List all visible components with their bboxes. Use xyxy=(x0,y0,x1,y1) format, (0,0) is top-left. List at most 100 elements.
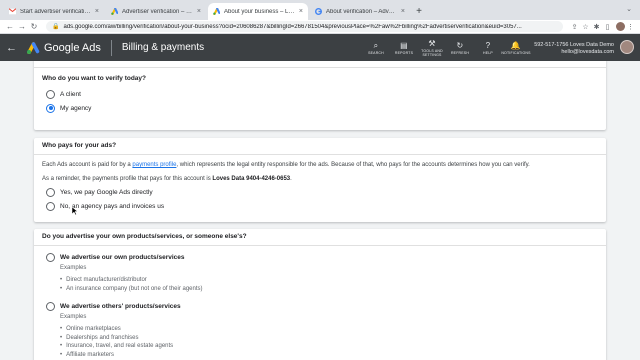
reports-icon: ▤ xyxy=(400,40,408,50)
mouse-cursor-icon xyxy=(72,207,78,215)
browser-profile-avatar[interactable] xyxy=(616,22,625,31)
option-label: We advertise our own products/services xyxy=(60,253,185,261)
payments-profile-link[interactable]: payments profile xyxy=(132,162,176,168)
account-info[interactable]: 592-517-1756 Loves Data Demo hello@loves… xyxy=(534,42,614,56)
more-vert-icon[interactable]: ⋮ xyxy=(625,23,636,31)
who-pays-card: Who pays for your ads? Each Ads account … xyxy=(34,138,606,222)
option-my-agency[interactable]: My agency xyxy=(34,101,606,115)
radio-button[interactable] xyxy=(46,252,55,262)
tab-title: About your business – Loves D xyxy=(224,8,296,15)
browser-tab-strip: Start advertiser verification by × Adver… xyxy=(0,0,640,20)
option-others-products[interactable]: We advertise others' products/services xyxy=(34,299,606,313)
option-label: We advertise others' products/services xyxy=(60,302,181,310)
account-email: hello@lovesdata.com xyxy=(561,49,614,55)
option-label: A client xyxy=(60,90,81,98)
examples-label: Examples xyxy=(60,265,87,271)
card-heading: Do you advertise your own products/servi… xyxy=(42,233,247,240)
reload-icon[interactable]: ↻ xyxy=(28,22,40,31)
browser-tab-1[interactable]: Advertiser verification – 426-9 × xyxy=(106,3,206,20)
bell-icon: 🔔 xyxy=(510,40,522,50)
url-text: ads.google.com/aw/billing/verification/a… xyxy=(63,23,522,30)
card-heading: Who do you want to verify today? xyxy=(42,75,146,82)
browser-toolbar: ← → ↻ 🔒 ads.google.com/aw/billing/verifi… xyxy=(0,20,640,34)
option-label: My agency xyxy=(60,104,92,112)
divider xyxy=(34,154,606,155)
browser-tab-2[interactable]: About your business – Loves D × xyxy=(208,3,308,20)
extensions-icon[interactable]: ✱ xyxy=(591,23,602,31)
list-item: Affiliate marketers xyxy=(60,351,606,360)
close-icon[interactable]: × xyxy=(299,8,303,15)
google-icon xyxy=(315,8,322,15)
product-name: Google Ads xyxy=(44,41,101,54)
search-icon: ⌕ xyxy=(373,40,379,50)
help-icon: ? xyxy=(485,40,491,50)
examples-list: Online marketplaces Dealerships and fran… xyxy=(34,325,606,359)
close-icon[interactable]: × xyxy=(401,8,405,15)
header-actions: ⌕ SEARCH ▤ REPORTS ⚒ TOOLS AND SETTINGS … xyxy=(362,34,530,61)
action-label: TOOLS AND SETTINGS xyxy=(421,48,443,57)
sidebar-icon[interactable]: ▯ xyxy=(602,23,613,31)
option-agency-pays[interactable]: No, an agency pays and invoices us xyxy=(34,199,606,213)
radio-button-selected[interactable] xyxy=(46,103,55,113)
close-icon[interactable]: × xyxy=(197,8,201,15)
account-id: 592-517-1756 Loves Data Demo xyxy=(534,42,614,48)
payments-explanation: Each Ads account is paid for by a paymen… xyxy=(42,162,530,168)
ads-header: ← Google Ads Billing & payments ⌕ SEARCH… xyxy=(0,34,640,61)
forward-arrow-icon[interactable]: → xyxy=(16,22,28,31)
tab-title: Start advertiser verification by xyxy=(20,8,92,15)
wrench-icon: ⚒ xyxy=(428,38,436,48)
star-icon[interactable]: ☆ xyxy=(580,23,591,31)
refresh-button[interactable]: ↻ REFRESH xyxy=(446,34,474,61)
share-icon[interactable]: ⇪ xyxy=(569,23,580,31)
browser-tab-3[interactable]: About verification – Advertisi × xyxy=(310,3,410,20)
new-tab-button[interactable]: + xyxy=(412,3,426,20)
tab-title: About verification – Advertisi xyxy=(326,8,398,15)
tools-and-settings-button[interactable]: ⚒ TOOLS AND SETTINGS xyxy=(418,34,446,61)
option-own-products[interactable]: We advertise our own products/services xyxy=(34,250,606,264)
action-label: NOTIFICATIONS xyxy=(501,50,531,55)
payments-reminder: As a reminder, the payments profile that… xyxy=(42,176,292,182)
back-arrow-icon[interactable]: ← xyxy=(6,42,22,54)
list-item: Online marketplaces xyxy=(60,325,606,334)
header-divider xyxy=(110,39,112,56)
option-label: Yes, we pay Google Ads directly xyxy=(60,188,153,196)
action-label: REPORTS xyxy=(394,50,414,55)
gmail-icon xyxy=(9,8,16,15)
card-heading: Who pays for your ads? xyxy=(42,142,117,149)
reports-button[interactable]: ▤ REPORTS xyxy=(390,34,418,61)
radio-button[interactable] xyxy=(46,201,55,211)
main-content: Who do you want to verify today? A clien… xyxy=(0,61,640,360)
option-a-client[interactable]: A client xyxy=(34,87,606,101)
examples-label: Examples xyxy=(60,314,87,320)
search-button[interactable]: ⌕ SEARCH xyxy=(362,34,390,61)
address-bar[interactable]: 🔒 ads.google.com/aw/billing/verification… xyxy=(46,21,563,32)
option-pay-directly[interactable]: Yes, we pay Google Ads directly xyxy=(34,185,606,199)
notifications-button[interactable]: 🔔 NOTIFICATIONS xyxy=(501,34,531,61)
verify-card: Who do you want to verify today? A clien… xyxy=(34,61,606,130)
lock-icon[interactable]: 🔒 xyxy=(52,23,59,30)
action-label: SEARCH xyxy=(368,50,384,55)
tab-title: Advertiser verification – 426-9 xyxy=(122,8,194,15)
advertise-card: Do you advertise your own products/servi… xyxy=(34,229,606,360)
radio-button[interactable] xyxy=(46,89,55,99)
divider xyxy=(34,67,606,68)
action-label: HELP xyxy=(483,50,493,55)
examples-list: Direct manufacturer/distributor An insur… xyxy=(34,276,606,293)
close-icon[interactable]: × xyxy=(95,8,99,15)
help-button[interactable]: ? HELP xyxy=(474,34,502,61)
avatar[interactable] xyxy=(620,40,634,54)
browser-tab-0[interactable]: Start advertiser verification by × xyxy=(4,3,104,20)
refresh-icon: ↻ xyxy=(456,40,464,50)
list-item: An insurance company (but not one of the… xyxy=(60,285,606,294)
google-ads-icon xyxy=(213,8,220,15)
back-arrow-icon[interactable]: ← xyxy=(4,22,16,31)
radio-button[interactable] xyxy=(46,187,55,197)
action-label: REFRESH xyxy=(450,50,470,55)
list-item: Insurance, travel, and real estate agent… xyxy=(60,342,606,351)
chevron-down-icon[interactable]: ⌄ xyxy=(626,5,632,13)
payments-profile-name: Loves Data 9404-4246-0653 xyxy=(212,176,291,182)
list-item: Dealerships and franchises xyxy=(60,334,606,343)
radio-button[interactable] xyxy=(46,301,55,311)
google-ads-icon xyxy=(111,8,118,15)
list-item: Direct manufacturer/distributor xyxy=(60,276,606,285)
